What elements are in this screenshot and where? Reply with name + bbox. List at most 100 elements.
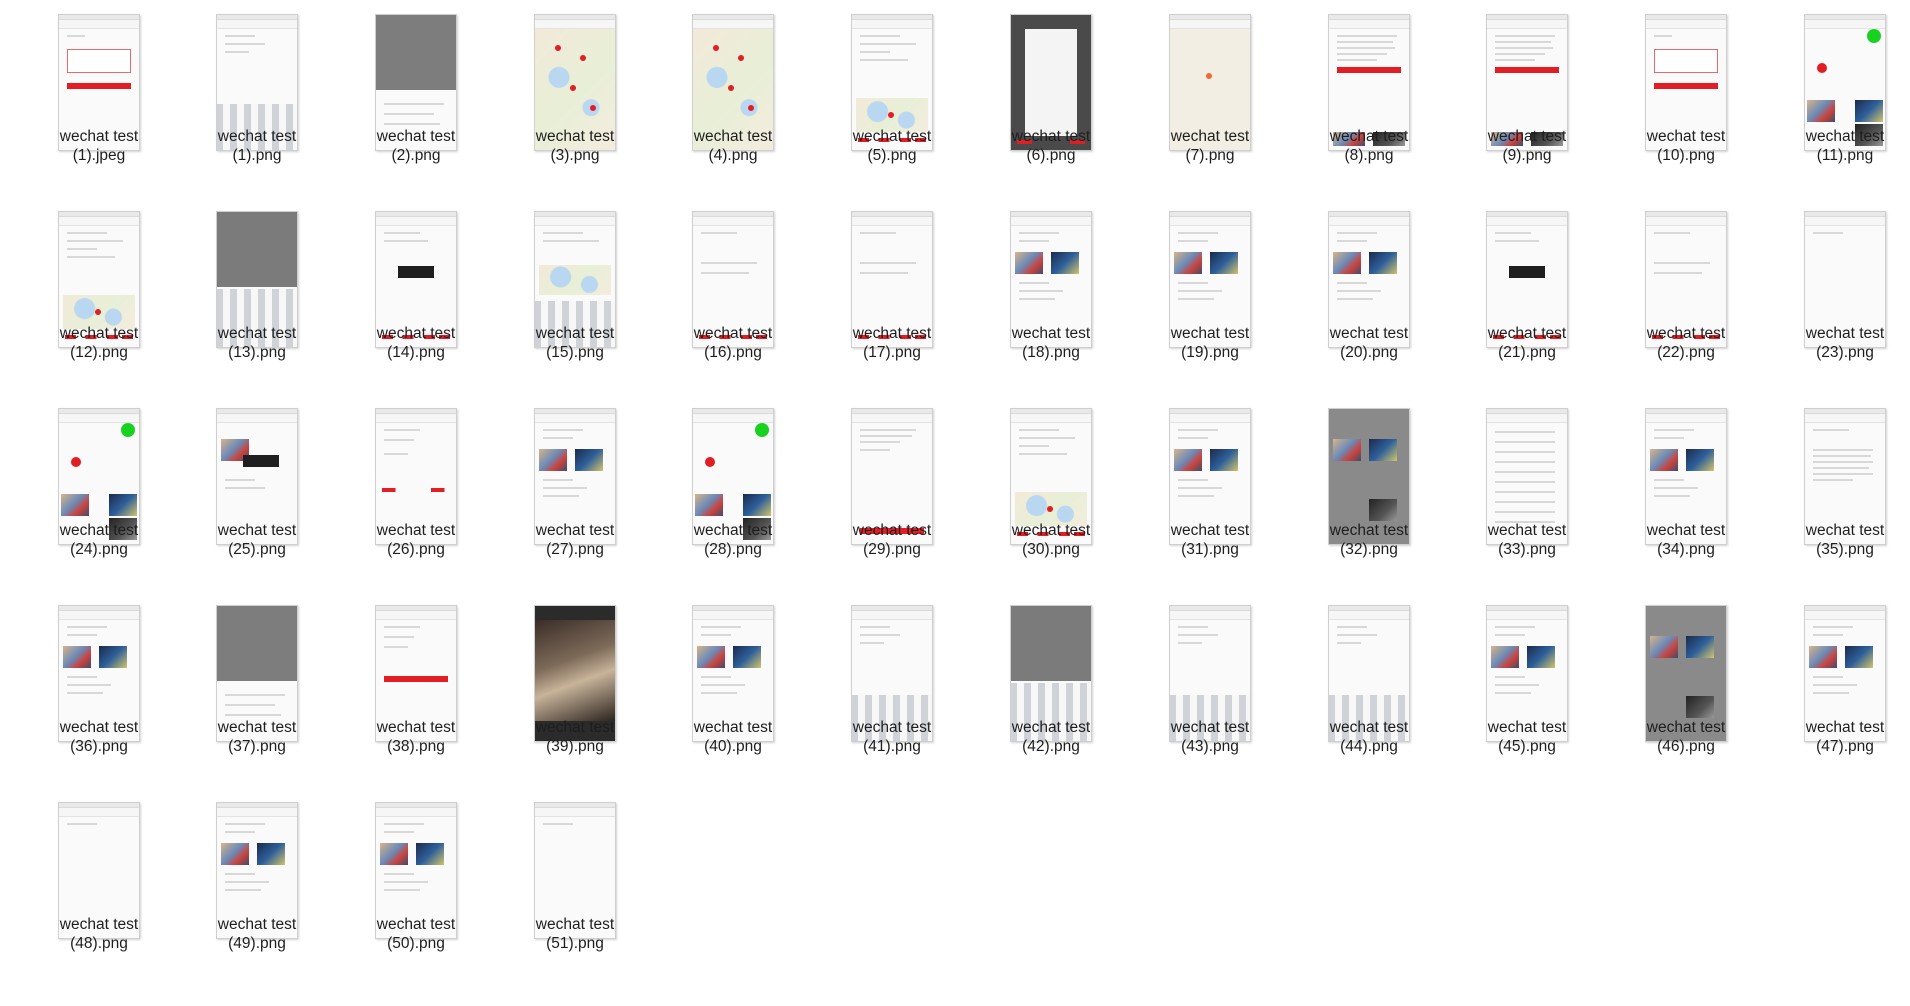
file-item[interactable]: wechat test (32).png [1290, 394, 1448, 592]
file-name[interactable]: wechat test (44).png [1290, 718, 1448, 756]
file-item[interactable]: wechat test (10).png [1607, 0, 1765, 198]
file-name[interactable]: wechat test (49).png [178, 915, 336, 953]
file-name[interactable]: wechat test (3).png [496, 127, 654, 165]
file-item[interactable]: wechat test (2).png [337, 0, 495, 198]
file-name[interactable]: wechat test (18).png [972, 324, 1130, 362]
file-item[interactable]: wechat test (24).png [20, 394, 178, 592]
file-name[interactable]: wechat test (41).png [813, 718, 971, 756]
file-item[interactable]: wechat test (36).png [20, 591, 178, 789]
file-item[interactable]: wechat test (1).png [178, 0, 336, 198]
file-item[interactable]: wechat test (47).png [1766, 591, 1910, 789]
file-item[interactable]: wechat test (22).png [1607, 197, 1765, 395]
file-name[interactable]: wechat test (7).png [1131, 127, 1289, 165]
file-name[interactable]: wechat test (33).png [1448, 521, 1606, 559]
file-name[interactable]: wechat test (12).png [20, 324, 178, 362]
file-name[interactable]: wechat test (22).png [1607, 324, 1765, 362]
file-item[interactable]: wechat test (50).png [337, 788, 495, 986]
file-item[interactable]: wechat test (14).png [337, 197, 495, 395]
file-name[interactable]: wechat test (32).png [1290, 521, 1448, 559]
file-item[interactable]: wechat test (23).png [1766, 197, 1910, 395]
file-item[interactable]: wechat test (35).png [1766, 394, 1910, 592]
file-name[interactable]: wechat test (38).png [337, 718, 495, 756]
file-name[interactable]: wechat test (21).png [1448, 324, 1606, 362]
file-name[interactable]: wechat test (48).png [20, 915, 178, 953]
file-name[interactable]: wechat test (51).png [496, 915, 654, 953]
file-name[interactable]: wechat test (47).png [1766, 718, 1910, 756]
file-item[interactable]: wechat test (29).png [813, 394, 971, 592]
file-name[interactable]: wechat test (1).jpeg [20, 127, 178, 165]
file-name[interactable]: wechat test (9).png [1448, 127, 1606, 165]
file-name[interactable]: wechat test (37).png [178, 718, 336, 756]
file-item[interactable]: wechat test (28).png [654, 394, 812, 592]
file-item[interactable]: wechat test (19).png [1131, 197, 1289, 395]
file-item[interactable]: wechat test (17).png [813, 197, 971, 395]
file-name[interactable]: wechat test (26).png [337, 521, 495, 559]
file-item[interactable]: wechat test (48).png [20, 788, 178, 986]
file-name[interactable]: wechat test (31).png [1131, 521, 1289, 559]
file-item[interactable]: wechat test (31).png [1131, 394, 1289, 592]
file-item[interactable]: wechat test (18).png [972, 197, 1130, 395]
file-name[interactable]: wechat test (29).png [813, 521, 971, 559]
file-item[interactable]: wechat test (20).png [1290, 197, 1448, 395]
file-item[interactable]: wechat test (16).png [654, 197, 812, 395]
file-name[interactable]: wechat test (6).png [972, 127, 1130, 165]
file-name[interactable]: wechat test (28).png [654, 521, 812, 559]
file-item[interactable]: wechat test (5).png [813, 0, 971, 198]
file-name[interactable]: wechat test (25).png [178, 521, 336, 559]
file-name[interactable]: wechat test (35).png [1766, 521, 1910, 559]
file-name[interactable]: wechat test (46).png [1607, 718, 1765, 756]
file-item[interactable]: wechat test (15).png [496, 197, 654, 395]
file-name[interactable]: wechat test (8).png [1290, 127, 1448, 165]
file-item[interactable]: wechat test (45).png [1448, 591, 1606, 789]
file-item[interactable]: wechat test (12).png [20, 197, 178, 395]
file-item[interactable]: wechat test (44).png [1290, 591, 1448, 789]
file-item[interactable]: wechat test (9).png [1448, 0, 1606, 198]
file-name[interactable]: wechat test (14).png [337, 324, 495, 362]
file-name[interactable]: wechat test (50).png [337, 915, 495, 953]
file-item[interactable]: wechat test (7).png [1131, 0, 1289, 198]
file-name[interactable]: wechat test (2).png [337, 127, 495, 165]
file-item[interactable]: wechat test (34).png [1607, 394, 1765, 592]
file-item[interactable]: wechat test (21).png [1448, 197, 1606, 395]
file-item[interactable]: wechat test (26).png [337, 394, 495, 592]
file-item[interactable]: wechat test (49).png [178, 788, 336, 986]
file-name[interactable]: wechat test (13).png [178, 324, 336, 362]
file-name[interactable]: wechat test (23).png [1766, 324, 1910, 362]
file-item[interactable]: wechat test (51).png [496, 788, 654, 986]
file-item[interactable]: wechat test (25).png [178, 394, 336, 592]
file-name[interactable]: wechat test (40).png [654, 718, 812, 756]
file-item[interactable]: wechat test (11).png [1766, 0, 1910, 198]
file-name[interactable]: wechat test (19).png [1131, 324, 1289, 362]
file-item[interactable]: wechat test (27).png [496, 394, 654, 592]
file-item[interactable]: wechat test (42).png [972, 591, 1130, 789]
file-item[interactable]: wechat test (33).png [1448, 394, 1606, 592]
file-name[interactable]: wechat test (20).png [1290, 324, 1448, 362]
file-name[interactable]: wechat test (34).png [1607, 521, 1765, 559]
file-item[interactable]: wechat test (37).png [178, 591, 336, 789]
file-name[interactable]: wechat test (42).png [972, 718, 1130, 756]
file-name[interactable]: wechat test (17).png [813, 324, 971, 362]
file-item[interactable]: wechat test (4).png [654, 0, 812, 198]
file-name[interactable]: wechat test (15).png [496, 324, 654, 362]
file-name[interactable]: wechat test (10).png [1607, 127, 1765, 165]
file-item[interactable]: wechat test (40).png [654, 591, 812, 789]
file-item[interactable]: wechat test (3).png [496, 0, 654, 198]
file-name[interactable]: wechat test (30).png [972, 521, 1130, 559]
file-name[interactable]: wechat test (43).png [1131, 718, 1289, 756]
file-name[interactable]: wechat test (4).png [654, 127, 812, 165]
file-name[interactable]: wechat test (11).png [1766, 127, 1910, 165]
file-name[interactable]: wechat test (36).png [20, 718, 178, 756]
file-name[interactable]: wechat test (5).png [813, 127, 971, 165]
file-name[interactable]: wechat test (24).png [20, 521, 178, 559]
file-name[interactable]: wechat test (16).png [654, 324, 812, 362]
file-item[interactable]: wechat test (39).png [496, 591, 654, 789]
file-item[interactable]: wechat test (43).png [1131, 591, 1289, 789]
file-name[interactable]: wechat test (45).png [1448, 718, 1606, 756]
file-item[interactable]: wechat test (46).png [1607, 591, 1765, 789]
file-item[interactable]: wechat test (8).png [1290, 0, 1448, 198]
file-item[interactable]: wechat test (38).png [337, 591, 495, 789]
file-item[interactable]: wechat test (30).png [972, 394, 1130, 592]
file-name[interactable]: wechat test (39).png [496, 718, 654, 756]
file-name[interactable]: wechat test (27).png [496, 521, 654, 559]
file-name[interactable]: wechat test (1).png [178, 127, 336, 165]
